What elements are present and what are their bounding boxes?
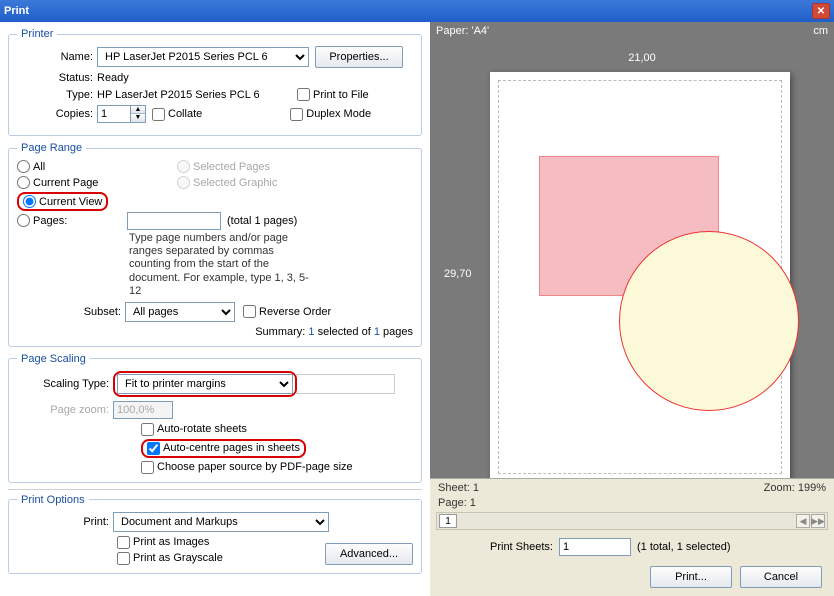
paper-preview	[490, 72, 790, 482]
ruler-top: 21,00	[480, 54, 804, 70]
auto-centre-checkbox[interactable]: Auto-centre pages in sheets	[147, 442, 300, 455]
scaling-extra	[295, 374, 395, 394]
copies-spinner[interactable]: ▲▼	[97, 105, 146, 123]
scaling-type-select[interactable]: Fit to printer margins	[117, 374, 293, 394]
page-range-hint: Type page numbers and/or page ranges sep…	[17, 230, 317, 302]
radio-selected-graphic: Selected Graphic	[177, 176, 297, 189]
page-navbar: 1 ◀ ▶▶	[436, 512, 828, 530]
auto-rotate-checkbox[interactable]: Auto-rotate sheets	[141, 423, 413, 436]
page-range-summary: Summary: 1 selected of 1 pages	[17, 326, 413, 338]
printer-group: Printer Name: HP LaserJet P2015 Series P…	[8, 28, 422, 136]
ruler-width: 21,00	[628, 52, 656, 64]
left-panel: Printer Name: HP LaserJet P2015 Series P…	[0, 22, 430, 596]
advanced-button[interactable]: Advanced...	[325, 543, 413, 565]
page-range-group: Page Range All Current Page Current View…	[8, 142, 422, 347]
copies-label: Copies:	[17, 108, 97, 120]
subset-select[interactable]: All pages	[125, 302, 235, 322]
zoom-label: Zoom: 199%	[764, 482, 826, 494]
print-sheets-input[interactable]	[559, 538, 631, 556]
preview-footer: Sheet: 1 Zoom: 199% Page: 1 1 ◀ ▶▶ Print…	[430, 478, 834, 596]
print-button[interactable]: Print...	[650, 566, 732, 588]
page-label: Page: 1	[438, 497, 476, 509]
print-sheets-info: (1 total, 1 selected)	[637, 541, 731, 553]
cancel-button[interactable]: Cancel	[740, 566, 822, 588]
duplex-checkbox[interactable]: Duplex Mode	[290, 108, 371, 121]
properties-button[interactable]: Properties...	[315, 46, 403, 68]
type-value: HP LaserJet P2015 Series PCL 6	[97, 89, 297, 101]
print-options-group: Print Options Print: Document and Markup…	[8, 494, 422, 574]
name-label: Name:	[17, 51, 97, 63]
nav-next-icon[interactable]: ▶▶	[811, 514, 825, 528]
divider	[8, 489, 422, 490]
paper-size-label: Paper: 'A4'	[436, 25, 489, 37]
sheet-label: Sheet: 1	[438, 482, 479, 494]
page-scaling-group: Page Scaling Scaling Type: Fit to printe…	[8, 353, 422, 483]
total-pages-label: (total 1 pages)	[227, 215, 297, 227]
print-options-legend: Print Options	[17, 494, 89, 506]
type-label: Type:	[17, 89, 97, 101]
print-grayscale-checkbox[interactable]: Print as Grayscale	[117, 552, 325, 565]
close-button[interactable]: ✕	[812, 3, 830, 19]
nav-page-number[interactable]: 1	[439, 514, 457, 528]
spin-up-icon[interactable]: ▲	[131, 106, 145, 114]
radio-current-page[interactable]: Current Page	[17, 176, 177, 189]
print-to-file-checkbox[interactable]: Print to File	[297, 88, 369, 101]
nav-prev-icon[interactable]: ◀	[796, 514, 810, 528]
printer-legend: Printer	[17, 28, 57, 40]
choose-paper-checkbox[interactable]: Choose paper source by PDF-page size	[141, 461, 413, 474]
printer-name-select[interactable]: HP LaserJet P2015 Series PCL 6	[97, 47, 309, 67]
titlebar: Print ✕	[0, 0, 834, 22]
window-title: Print	[4, 5, 812, 17]
status-label: Status:	[17, 72, 97, 84]
status-value: Ready	[97, 72, 129, 84]
paper-margins	[498, 80, 782, 474]
page-zoom-input	[113, 401, 173, 419]
print-sheets-label: Print Sheets:	[490, 541, 553, 553]
page-range-legend: Page Range	[17, 142, 86, 154]
ruler-left: 29,70	[448, 82, 464, 466]
scaling-type-label: Scaling Type:	[17, 378, 113, 390]
paper-unit: cm	[813, 25, 828, 37]
print-label: Print:	[17, 516, 113, 528]
copies-input[interactable]	[97, 105, 131, 123]
spin-down-icon[interactable]: ▼	[131, 114, 145, 122]
collate-checkbox[interactable]: Collate	[152, 108, 202, 121]
print-images-checkbox[interactable]: Print as Images	[117, 536, 325, 549]
print-what-select[interactable]: Document and Markups	[113, 512, 329, 532]
reverse-order-checkbox[interactable]: Reverse Order	[243, 305, 331, 318]
pages-input[interactable]	[127, 212, 221, 230]
subset-label: Subset:	[17, 306, 125, 318]
highlight-scaling-type: Fit to printer margins	[113, 371, 297, 397]
radio-selected-pages: Selected Pages	[177, 160, 297, 173]
radio-current-view[interactable]: Current View	[23, 195, 102, 208]
ruler-height: 29,70	[444, 268, 472, 280]
highlight-auto-centre: Auto-centre pages in sheets	[141, 439, 306, 458]
page-zoom-label: Page zoom:	[17, 404, 113, 416]
radio-all[interactable]: All	[17, 160, 177, 173]
paper-header: Paper: 'A4' cm	[430, 22, 834, 40]
highlight-current-view: Current View	[17, 192, 108, 211]
shape-circle-icon	[619, 231, 799, 411]
page-scaling-legend: Page Scaling	[17, 353, 90, 365]
preview-panel: Paper: 'A4' cm 21,00 29,70 Sheet: 1 Zoom…	[430, 22, 834, 596]
